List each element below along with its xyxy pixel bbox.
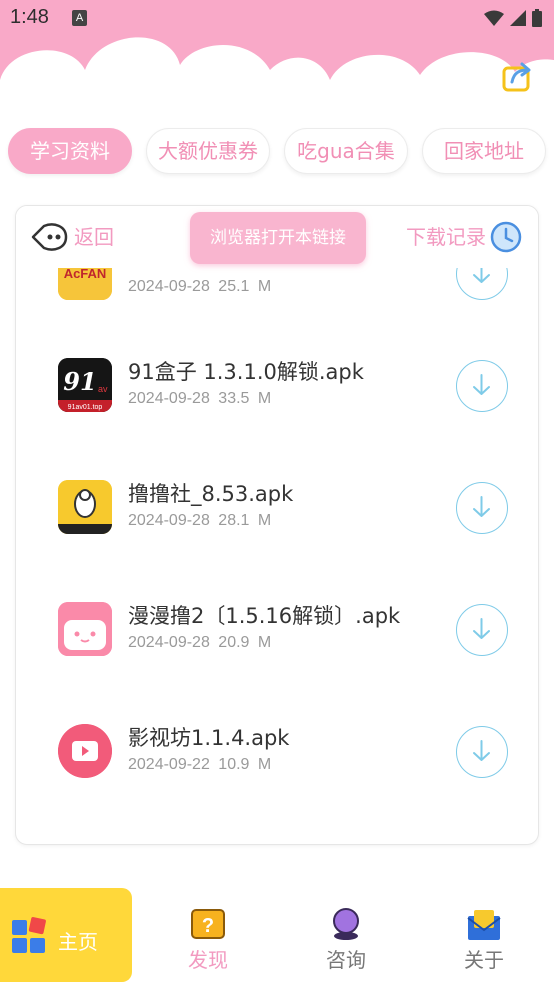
download-history-label: 下载记录 xyxy=(406,225,486,249)
svg-text:?: ? xyxy=(202,915,214,937)
battery-icon xyxy=(532,9,542,27)
wifi-icon xyxy=(484,10,504,26)
svg-text:91av01.top: 91av01.top xyxy=(68,404,103,411)
back-button[interactable]: 返回 xyxy=(30,220,114,254)
status-icons xyxy=(484,9,542,27)
nav-discover[interactable]: ? 发现 xyxy=(148,888,268,984)
91-box-icon: 91 av 91av01.top xyxy=(58,358,112,412)
download-arrow-icon xyxy=(473,740,490,761)
open-in-browser-button[interactable]: 浏览器打开本链接 xyxy=(190,212,366,264)
category-tabs: 学习资料 大额优惠券 吃gua合集 回家地址 xyxy=(6,128,554,176)
tab-coupons[interactable]: 大额优惠券 xyxy=(146,128,270,174)
back-icon xyxy=(31,223,68,251)
svg-text:91: 91 xyxy=(63,367,96,396)
back-label: 返回 xyxy=(74,225,114,249)
download-arrow-icon xyxy=(473,618,490,639)
manmanlu-icon xyxy=(58,602,112,656)
nav-about-label: 关于 xyxy=(464,948,504,972)
tab-home-address[interactable]: 回家地址 xyxy=(422,128,546,174)
file-name: 撸撸社_8.53.apk xyxy=(128,482,294,506)
crystal-ball-icon xyxy=(333,908,359,940)
file-meta: 2024-09-28 20.9 M xyxy=(128,634,272,651)
question-box-icon: ? xyxy=(191,909,225,939)
header-banner: 1:48 A xyxy=(0,0,554,125)
download-button[interactable] xyxy=(456,726,508,778)
notification-a-icon: A xyxy=(72,10,87,26)
download-button[interactable] xyxy=(456,604,508,656)
file-name: 漫漫撸2〔1.5.16解锁〕.apk xyxy=(128,604,401,628)
file-meta: 2024-09-28 28.1 M xyxy=(128,512,272,529)
file-name: 影视坊1.1.4.apk xyxy=(128,726,290,750)
nav-discover-label: 发现 xyxy=(188,948,228,972)
tab-study-materials[interactable]: 学习资料 xyxy=(8,128,132,174)
card-toolbar: 返回 浏览器打开本链接 下载记录 xyxy=(16,206,538,268)
nav-consult[interactable]: 咨询 xyxy=(286,888,406,984)
nav-home[interactable]: 主页 xyxy=(0,888,132,982)
tab-gossip[interactable]: 吃gua合集 xyxy=(284,128,408,174)
lulushe-icon xyxy=(58,480,112,534)
download-card: AcFAN 2024-09-28 25.1 M 91 av 91av01.top 9… xyxy=(15,205,539,845)
list-item[interactable] xyxy=(16,816,538,844)
list-item[interactable]: 影视坊1.1.4.apk 2024-09-22 10.9 M xyxy=(16,694,538,816)
file-meta: 2024-09-28 33.5 M xyxy=(128,390,272,407)
download-button[interactable] xyxy=(456,482,508,534)
file-name: 91盒子 1.3.1.0解锁.apk xyxy=(128,360,364,384)
clock-icon xyxy=(490,221,522,253)
status-bar: 1:48 A xyxy=(0,0,554,36)
mail-icon xyxy=(467,910,501,940)
nav-home-label: 主页 xyxy=(58,930,98,954)
video-play-icon xyxy=(58,724,112,778)
svg-text:AcFAN: AcFAN xyxy=(64,266,107,281)
bottom-navigation: 主页 ? 发现 咨询 关于 xyxy=(0,888,554,984)
list-item[interactable]: 91 av 91av01.top 91盒子 1.3.1.0解锁.apk 2024-0… xyxy=(16,328,538,450)
file-meta: 2024-09-22 10.9 M xyxy=(128,756,272,773)
download-history-button[interactable]: 下载记录 xyxy=(406,220,522,254)
list-item[interactable]: 漫漫撸2〔1.5.16解锁〕.apk 2024-09-28 20.9 M xyxy=(16,572,538,694)
download-button[interactable] xyxy=(456,360,508,412)
file-meta: 2024-09-28 25.1 M xyxy=(128,278,272,295)
svg-text:av: av xyxy=(98,384,108,394)
signal-icon xyxy=(510,10,526,26)
share-icon[interactable] xyxy=(500,60,534,94)
nav-consult-label: 咨询 xyxy=(326,948,366,972)
status-time: 1:48 xyxy=(10,6,49,28)
list-item[interactable]: 撸撸社_8.53.apk 2024-09-28 28.1 M xyxy=(16,450,538,572)
download-arrow-icon xyxy=(473,496,490,517)
nav-about[interactable]: 关于 xyxy=(424,888,544,984)
download-arrow-icon xyxy=(473,374,490,395)
home-grid-icon xyxy=(12,917,46,953)
